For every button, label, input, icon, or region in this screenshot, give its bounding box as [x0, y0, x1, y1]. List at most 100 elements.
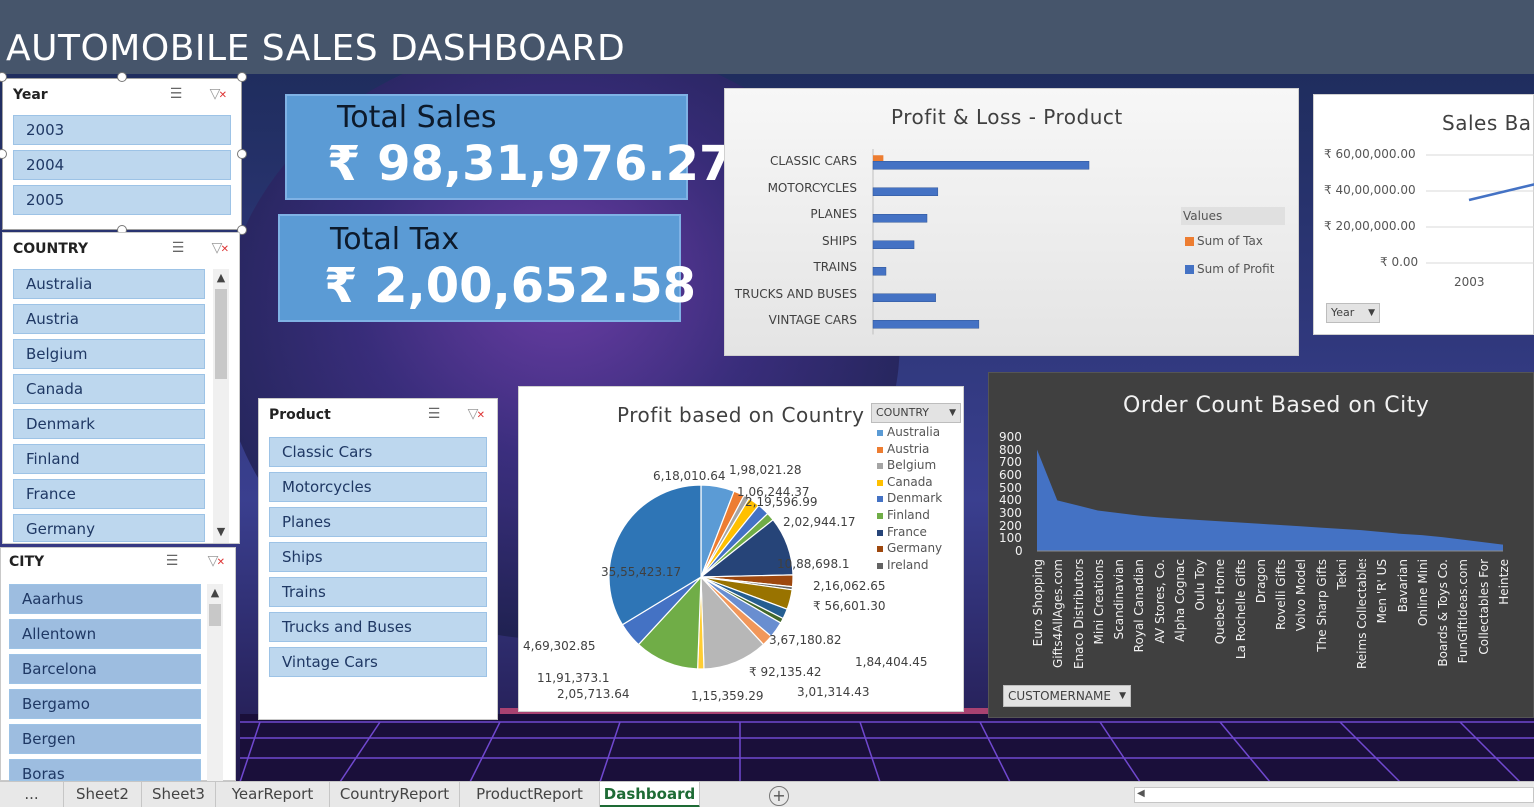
bar-profit [872, 267, 887, 276]
sheet-tab[interactable]: ProductReport [460, 782, 600, 807]
slicer-city[interactable]: CITY ☰ ▽ ✕ Aaarhus Allentown Barcelona Be… [0, 547, 236, 783]
multiselect-icon[interactable]: ☰ [167, 85, 185, 103]
pie-data-label: 1,98,021.28 [729, 463, 802, 477]
pie-data-label: ₹ 92,135.42 [749, 665, 822, 679]
year-filter-dropdown[interactable]: Year ▼ [1326, 303, 1380, 323]
slicer-city-item[interactable]: Barcelona [9, 654, 201, 684]
legend-label: Australia [887, 425, 941, 439]
chart-profit-loss-product[interactable]: Profit & Loss - Product Values Sum of Ta… [724, 88, 1299, 356]
x-tick-label: Volvo Model [1294, 559, 1309, 632]
pie-data-label: 11,91,373.1 [537, 671, 610, 685]
resize-handle[interactable] [117, 72, 127, 82]
x-tick-label: Men 'R' US [1375, 559, 1390, 624]
x-tick-label: Scandinavian [1112, 559, 1127, 640]
category-label: TRUCKS AND BUSES [734, 286, 857, 301]
slicer-country-item[interactable]: Canada [13, 374, 205, 404]
slicer-country[interactable]: COUNTRY ☰ ▽ ✕ Australia Austria Belgium C… [2, 232, 240, 544]
slicer-product-item[interactable]: Trucks and Buses [269, 612, 487, 642]
slicer-city-scrollbar[interactable]: ▲ [207, 584, 223, 782]
pie-data-label: 1,84,404.45 [855, 655, 928, 669]
slicer-country-item[interactable]: Finland [13, 444, 205, 474]
legend-label: Finland [887, 508, 930, 522]
horizontal-scrollbar[interactable]: ◀ [1134, 787, 1534, 803]
slicer-product[interactable]: Product ☰ ▽ ✕ Classic Cars Motorcycles Pl… [258, 398, 498, 720]
slicer-city-header: CITY ☰ ▽ ✕ [1, 548, 235, 578]
chart-sales-by-year[interactable]: Sales Ba ₹ 60,00,000.00 ₹ 40,00,000.00 ₹… [1313, 94, 1534, 335]
legend-title: Values [1181, 207, 1285, 225]
slicer-city-item[interactable]: Allentown [9, 619, 201, 649]
slicer-country-scrollbar[interactable]: ▲ ▼ [213, 269, 229, 543]
slicer-product-item[interactable]: Vintage Cars [269, 647, 487, 677]
resize-handle[interactable] [237, 149, 247, 159]
x-tick-label: Royal Canadian [1132, 559, 1147, 653]
category-label: MOTORCYCLES [767, 180, 857, 195]
legend-label: Denmark [887, 491, 943, 506]
category-label: VINTAGE CARS [768, 313, 857, 328]
scroll-up-icon[interactable]: ▲ [207, 586, 223, 599]
resize-handle[interactable] [237, 72, 247, 82]
multiselect-icon[interactable]: ☰ [163, 552, 181, 570]
legend-swatch-profit [1185, 265, 1194, 274]
legend-swatch [877, 430, 883, 436]
clear-filter-icon[interactable]: ▽ ✕ [207, 238, 229, 258]
scroll-thumb[interactable] [209, 604, 221, 626]
legend-label: Belgium [887, 458, 937, 473]
slicer-year-item-2004[interactable]: 2004 [13, 150, 231, 180]
x-tick-label: Boards & Toys Co. [1436, 559, 1451, 667]
slicer-country-item[interactable]: Austria [13, 304, 205, 334]
chart-profit-by-country[interactable]: Profit based on Country COUNTRY ▼ Austral… [518, 386, 964, 712]
multiselect-icon[interactable]: ☰ [425, 405, 443, 423]
scroll-left-icon[interactable]: ◀ [1137, 788, 1145, 799]
x-tick-label: Bavarian [1395, 559, 1410, 613]
slicer-product-item[interactable]: Motorcycles [269, 472, 487, 502]
kpi-total-sales-value: ₹ 98,31,976.27 [327, 136, 733, 192]
sheet-tab[interactable]: Dashboard [600, 782, 700, 807]
slicer-city-item[interactable]: Aaarhus [9, 584, 201, 614]
legend-swatch [877, 513, 883, 519]
add-sheet-button[interactable]: + [769, 786, 789, 806]
slicer-year-item-2003[interactable]: 2003 [13, 115, 231, 145]
slicer-product-item[interactable]: Ships [269, 542, 487, 572]
sheet-tab[interactable]: ... [0, 782, 64, 807]
slicer-year[interactable]: Year ☰ ▽ ✕ 2003 2004 2005 [2, 78, 242, 230]
slicer-product-item[interactable]: Classic Cars [269, 437, 487, 467]
slicer-year-item-2005[interactable]: 2005 [13, 185, 231, 215]
clear-filter-icon[interactable]: ▽ ✕ [203, 551, 225, 571]
slicer-country-item[interactable]: Belgium [13, 339, 205, 369]
x-tick-label: Collectables For [1476, 559, 1491, 655]
clear-filter-icon[interactable]: ▽ ✕ [463, 404, 485, 424]
sheet-tab[interactable]: Sheet2 [64, 782, 142, 807]
legend-label: Austria [887, 441, 930, 456]
legend-item: Austria [875, 442, 965, 458]
x-tick-label: Heintze [1497, 559, 1511, 605]
scroll-thumb[interactable] [215, 289, 227, 379]
slicer-city-item[interactable]: Boras [9, 759, 201, 783]
sheet-tab[interactable]: Sheet3 [142, 782, 216, 807]
legend-label: Canada [887, 474, 933, 489]
legend-label: Ireland [887, 557, 929, 572]
sheet-tab[interactable]: CountryReport [330, 782, 460, 807]
pie-data-label: 2,05,713.64 [557, 687, 630, 701]
pie-data-label: 1,15,359.29 [691, 689, 764, 703]
clear-filter-icon[interactable]: ▽ ✕ [205, 84, 227, 104]
slicer-city-item[interactable]: Bergen [9, 724, 201, 754]
customername-filter-dropdown[interactable]: CUSTOMERNAME ▼ [1003, 685, 1131, 707]
slicer-country-header: COUNTRY ☰ ▽ ✕ [3, 233, 239, 263]
slicer-country-item[interactable]: France [13, 479, 205, 509]
scroll-up-icon[interactable]: ▲ [213, 271, 229, 284]
slicer-country-item[interactable]: Australia [13, 269, 205, 299]
slicer-product-item[interactable]: Trains [269, 577, 487, 607]
x-tick-label: Enaco Distributors [1071, 559, 1086, 669]
bar-profit [872, 161, 1090, 170]
legend-item: Australia [875, 425, 965, 441]
slicer-product-item[interactable]: Planes [269, 507, 487, 537]
legend-swatch [877, 479, 883, 486]
slicer-city-item[interactable]: Bergamo [9, 689, 201, 719]
slicer-country-item[interactable]: Germany [13, 514, 205, 542]
scroll-down-icon[interactable]: ▼ [213, 525, 229, 538]
multiselect-icon[interactable]: ☰ [169, 239, 187, 257]
chart-order-count-city[interactable]: Order Count Based on City 900 800 700 600 50… [988, 372, 1534, 718]
bar-profit [872, 187, 939, 196]
slicer-country-item[interactable]: Denmark [13, 409, 205, 439]
sheet-tab[interactable]: YearReport [216, 782, 330, 807]
